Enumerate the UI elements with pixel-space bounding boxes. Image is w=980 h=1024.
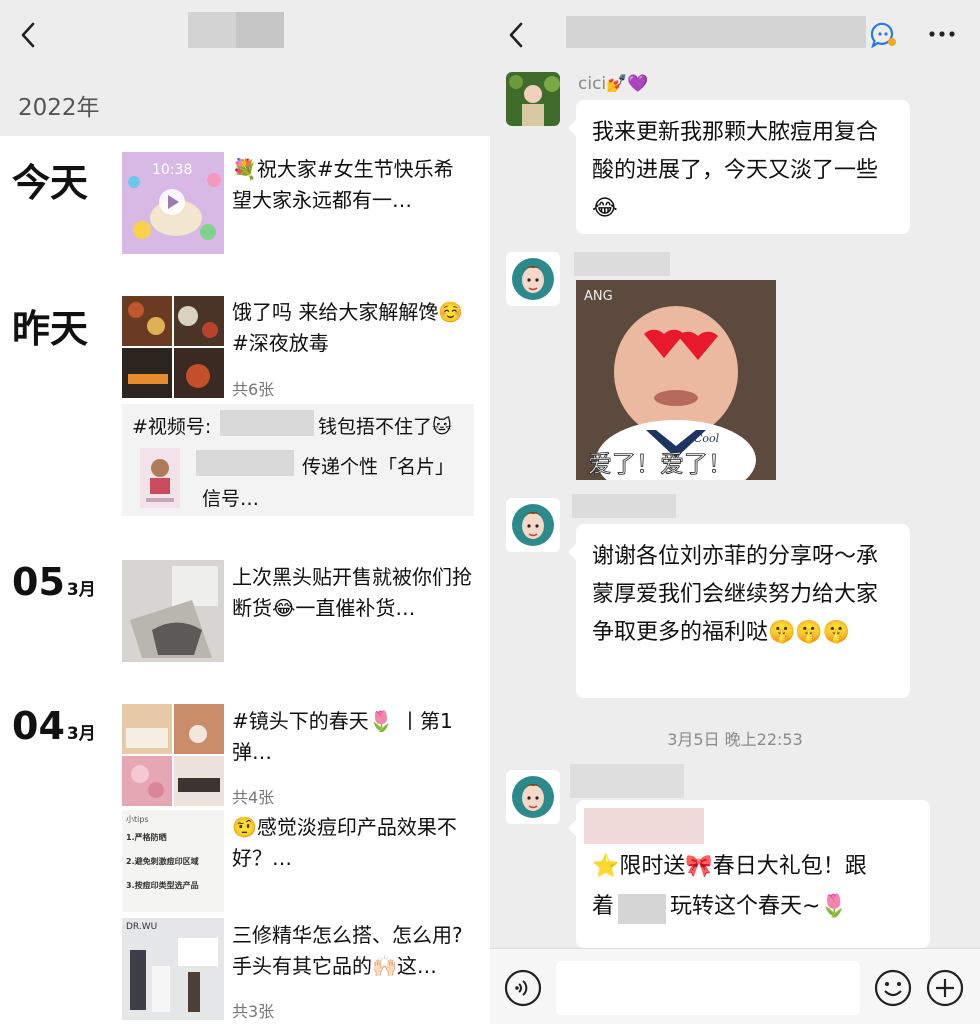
message-input[interactable] [556,961,860,1015]
photo-count: 共6张 [232,380,275,399]
chat-header [490,0,980,70]
day-label-05: 05 3月 [12,560,96,604]
share-suffix: 钱包捂不住了🐱 [318,416,452,438]
message-bubble[interactable]: 谢谢各位刘亦菲的分享呀～承蒙厚爱我们会继续努力给大家争取更多的福利哒🤫🤫🤫 [568,524,910,698]
serum-bottles [130,938,218,1012]
video-thumbnail: 10:38 [122,152,224,254]
back-icon[interactable] [504,21,528,49]
blurred-group-name [566,16,866,48]
day-label-04: 04 3月 [12,704,96,748]
tips-line: 1.严格防晒 [126,833,167,842]
message-line: 着 [592,894,615,919]
blurred-brand [618,894,666,924]
tips-title: 小tips [126,815,149,824]
year-bar: 2022年 [0,70,490,136]
avatar-cartoon[interactable] [506,252,560,306]
message-bubble[interactable]: 我来更新我那颗大脓痘用复合酸的进展了，今天又淡了一些😂 [568,100,910,234]
message-bubble[interactable]: ⭐限时送🎀春日大礼包！跟 着 玩转这个春天~🌷 [568,800,930,948]
emoji-icon[interactable] [874,969,912,1007]
post-text[interactable]: 上次黑头贴开售就被你们抢断货😂一直催补货… [232,562,472,624]
post-thumbnail-video[interactable]: 10:38 [122,152,224,254]
post-text[interactable]: 饿了吗 来给大家解解馋☺️#深夜放毒 [232,297,472,359]
blurred-sender [574,252,670,276]
chat-input-bar [490,948,980,1024]
day-number: 05 [12,560,65,604]
shared-video-card[interactable]: #视频号: 钱包捂不住了🐱 传递个性「名片」 信号… [122,404,474,516]
chat-panel: cici💅💜 我来更新我那颗大脓痘用复合酸的进展了，今天又淡了一些😂 Cool … [490,0,980,1024]
blurred-sender [570,764,684,798]
product-photo [122,560,224,662]
message-line: 玩转这个春天~🌷 [670,894,848,919]
message-line: ⭐限时送🎀春日大礼包！跟 [592,854,867,879]
plus-icon[interactable] [926,969,964,1007]
avatar-image [506,498,560,552]
album-header [0,0,490,70]
share-cover [140,448,180,508]
time-separator: 3月5日 晚上22:53 [667,730,803,749]
blurred-sender [572,494,676,518]
day-label-yesterday: 昨天 [12,307,89,351]
share-line2: 传递个性「名片」 [302,456,455,478]
blurred-quote [584,808,704,844]
tips-line: 3.按痘印类型选产品 [126,881,199,890]
spring-photo-grid [122,704,224,806]
day-label-today: 今天 [12,161,89,205]
post-text[interactable]: 🤨感觉淡痘印产品效果不好？… [232,812,472,874]
thumbnail-time: 10:38 [152,162,192,178]
post-thumbnail-blackhead[interactable] [122,560,224,662]
post-thumbnail-serum[interactable]: DR.WU [122,918,224,1020]
sender-name: cici💅💜 [578,74,649,94]
share-prefix: #视频号: [132,416,212,438]
blurred-account-2 [196,450,294,476]
sticker-mark: ANG [584,289,613,304]
sticker-image[interactable]: Cool ANG 爱了！爱了！ [576,280,776,480]
avatar-cici[interactable] [506,72,560,126]
back-icon[interactable] [16,21,40,49]
post-text[interactable]: 三修精华怎么搭、怎么用?手头有其它品的🙌🏻这… [232,920,472,982]
avatar-cartoon[interactable] [506,770,560,824]
avatar-image [506,72,560,126]
avatar-cartoon[interactable] [506,498,560,552]
month-label: 3月 [66,724,96,744]
year-label: 2022年 [18,95,100,121]
tips-line: 2.避免刺激痘印区域 [126,857,199,866]
avatar-image [506,770,560,824]
moments-album-panel: 2022年 今天 10:38 💐祝大家#女生节快乐希望大家永远都有一… 昨天 饿… [0,0,490,1024]
post-thumbnail-food[interactable] [122,296,224,398]
shirt-text: Cool [694,432,720,445]
baby-sticker: Cool ANG 爱了！爱了！ [576,280,776,480]
post-thumbnail-tips[interactable]: 小tips 1.严格防晒 2.避免刺激痘印区域 3.按痘印类型选产品 [122,810,224,912]
post-thumbnail-spring[interactable] [122,704,224,806]
food-photo-grid [122,296,224,398]
blurred-account [220,410,314,436]
sticker-caption: 爱了！爱了！ [588,450,732,478]
post-text[interactable]: #镜头下的春天🌷 丨第1弹… [232,706,472,768]
blurred-name-part [236,12,284,48]
post-text[interactable]: 💐祝大家#女生节快乐希望大家永远都有一… [232,154,472,216]
brand-label: DR.WU [126,922,158,932]
month-label: 3月 [66,580,96,600]
day-number: 04 [12,704,65,748]
share-line3: 信号… [202,488,260,510]
photo-count: 共4张 [232,788,275,807]
more-icon[interactable] [928,30,956,38]
chat-search-icon[interactable] [868,20,898,50]
voice-icon[interactable] [504,969,542,1007]
avatar-image [506,252,560,306]
photo-count: 共3张 [232,1002,275,1021]
